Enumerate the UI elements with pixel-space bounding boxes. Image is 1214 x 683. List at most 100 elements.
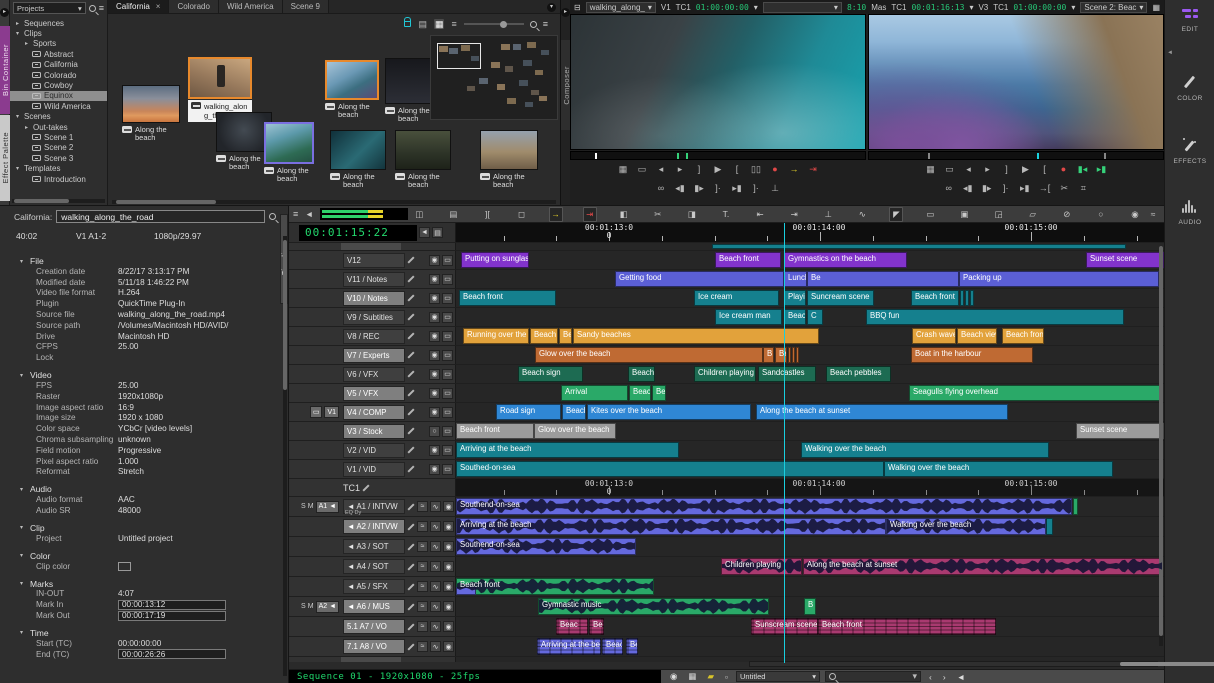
bin-menu-icon[interactable]: ▾ [547, 3, 556, 12]
tree-caret-icon[interactable]: ▸ [23, 40, 30, 47]
timeline-clip[interactable]: Beach front [911, 290, 959, 306]
timeline-clip[interactable]: Beach front [1002, 328, 1044, 344]
source-transport-button[interactable]: ▦ [618, 163, 628, 175]
monitor-track-icon[interactable]: ▭ [442, 350, 453, 361]
record-track-icon[interactable]: ◉ [429, 312, 440, 323]
timeline-hscrollbar[interactable] [749, 661, 1158, 667]
property-value[interactable]: 00:00:13:12 [118, 600, 226, 610]
timeline-clip[interactable]: Beach front [456, 423, 534, 439]
waveform-toggle-icon[interactable]: ≈ [417, 641, 428, 652]
timeline-tool-button[interactable]: ◤ [889, 207, 903, 222]
track-button-A8[interactable]: 7.1 A8 / VO [343, 639, 405, 654]
center-dropdown[interactable]: ▾ [763, 2, 842, 13]
timeline-ruler[interactable]: 00:01:13:0000:01:14:0000:01:15:00 [456, 223, 1164, 242]
bin-tab-wild-america[interactable]: Wild America [219, 0, 283, 13]
back-icon[interactable]: ◄ [954, 672, 968, 682]
source-transport-button[interactable]: ⊥ [770, 182, 780, 194]
waveform-icon[interactable]: ≈ [1146, 208, 1160, 221]
source-transport-button[interactable]: ▸ [675, 163, 685, 175]
source-transport-button[interactable]: ▭ [637, 163, 647, 175]
automation-icon[interactable]: ∿ [430, 581, 441, 592]
timeline-clip[interactable]: Beach [530, 328, 558, 344]
timeline-clip[interactable]: Putting on sunglas [461, 252, 529, 268]
tree-caret-icon[interactable]: ▸ [23, 124, 30, 131]
search-icon[interactable] [89, 5, 96, 12]
record-transport-button[interactable]: ] [1002, 163, 1012, 175]
waveform-toggle-icon[interactable]: ≈ [417, 521, 428, 532]
record-transport-button[interactable]: ▶ [1021, 163, 1031, 175]
track-button-tc1[interactable]: TC1 [343, 483, 360, 493]
tab-effect-palette[interactable]: Effect Palette [0, 115, 10, 201]
record-track-icon[interactable]: ◉ [429, 445, 440, 456]
timeline-clip[interactable]: Sunset scene [1086, 252, 1164, 268]
bin-clip-thumbnail[interactable] [264, 122, 314, 164]
record-track-icon[interactable]: ◉ [429, 274, 440, 285]
bin-clip-thumbnail[interactable] [480, 130, 538, 170]
monitor-track-icon[interactable]: ▭ [442, 407, 453, 418]
timeline-clip[interactable]: Be [652, 385, 666, 401]
timeline-vscrollbar[interactable] [1159, 246, 1163, 646]
step-back-icon[interactable]: ◄ [419, 227, 430, 238]
chevron-down-icon[interactable]: ▾ [18, 629, 25, 636]
section-header[interactable]: ▾Video [10, 370, 280, 380]
monitor-track-icon[interactable]: ◉ [443, 541, 454, 552]
sidebar-item-scene-2[interactable]: Scene 2 [10, 143, 107, 153]
bin-clip-thumbnail[interactable] [122, 85, 180, 123]
sidebar-item-templates[interactable]: ▾Templates [10, 163, 107, 173]
record-monitor[interactable] [868, 14, 1164, 150]
timeline-view-select[interactable]: Untitled▾ [736, 671, 820, 682]
timeline-clip[interactable]: Beach front [715, 252, 781, 268]
frame-view-icon[interactable]: ▦ [434, 19, 445, 29]
source-transport-button[interactable]: ∞ [656, 182, 666, 194]
dim-icon[interactable]: ▫ [722, 672, 731, 682]
patch-box[interactable]: V1 [324, 406, 339, 418]
chevron-down-icon[interactable]: ▾ [18, 524, 25, 531]
chevron-down-icon[interactable]: ▾ [18, 258, 25, 265]
timeline-tool-button[interactable]: ⊥ [821, 208, 835, 221]
speaker-icon[interactable]: ◄ [302, 208, 316, 221]
record-track-icon[interactable]: ○ [429, 426, 440, 437]
sidebar-item-wild-america[interactable]: Wild America [10, 101, 107, 111]
track-lane-V7[interactable]: Glow over the beachBBeBoat in the harbou… [456, 346, 1164, 364]
monitor-track-icon[interactable]: ◉ [443, 601, 454, 612]
track-button-V5[interactable]: V5 / VFX [343, 386, 405, 401]
timeline-clip[interactable]: B [763, 347, 774, 363]
timeline-clip[interactable] [712, 244, 1126, 249]
track-lane-V4[interactable]: Road signBeachKites over the beachAlong … [456, 403, 1164, 421]
bin-clip-thumbnail[interactable] [330, 130, 386, 170]
monitor-track-icon[interactable]: ▭ [442, 312, 453, 323]
sidebar-item-scenes[interactable]: ▾Scenes [10, 112, 107, 122]
timeline-clip[interactable] [792, 347, 795, 363]
timeline-clip[interactable]: Along the beach at sunset [803, 558, 1163, 575]
timeline-menu-icon[interactable]: ≡ [293, 210, 298, 219]
timeline-clip[interactable]: Beach [629, 385, 651, 401]
sidebar-item-california[interactable]: California [10, 60, 107, 70]
sidebar-item-sports[interactable]: ▸Sports [10, 39, 107, 49]
chevron-down-icon[interactable]: ▾ [754, 3, 758, 12]
timeline-clip[interactable]: Beach [628, 366, 655, 382]
track-button-A2[interactable]: ◄ A2 / INTVW [343, 519, 405, 534]
source-transport-button[interactable]: ]· [713, 182, 723, 194]
unlock-icon[interactable] [404, 21, 411, 27]
record-track-icon[interactable]: ◉ [429, 369, 440, 380]
record-position-bar[interactable] [868, 151, 1164, 160]
pencil-icon[interactable] [407, 294, 414, 301]
pencil-icon[interactable] [407, 313, 414, 320]
pencil-icon[interactable] [407, 603, 414, 610]
script-view-icon[interactable]: ≡ [450, 19, 457, 29]
timeline-clip[interactable]: B [804, 598, 816, 615]
timeline-clip[interactable]: Sandy beaches [573, 328, 819, 344]
timeline-search-input[interactable]: ▾ [825, 671, 921, 682]
chevron-down-icon[interactable]: ▾ [1071, 3, 1075, 12]
timeline-clip[interactable]: Beach front [818, 618, 996, 635]
automation-icon[interactable]: ∿ [430, 501, 441, 512]
section-header[interactable]: ▾Audio [10, 484, 280, 494]
track-button-V3[interactable]: V3 / Stock [343, 424, 405, 439]
source-transport-button[interactable]: ◂▮ [675, 182, 685, 194]
automation-icon[interactable]: ∿ [430, 541, 441, 552]
video-quality-icon[interactable]: ▦ [685, 671, 699, 682]
pencil-icon[interactable] [407, 370, 414, 377]
track-lane-V1[interactable]: Southed-on-seaWalking over the beach [456, 460, 1164, 478]
timeline-clip[interactable]: Southend-on-sea [456, 538, 636, 555]
bin-hscrollbar[interactable] [112, 200, 556, 204]
